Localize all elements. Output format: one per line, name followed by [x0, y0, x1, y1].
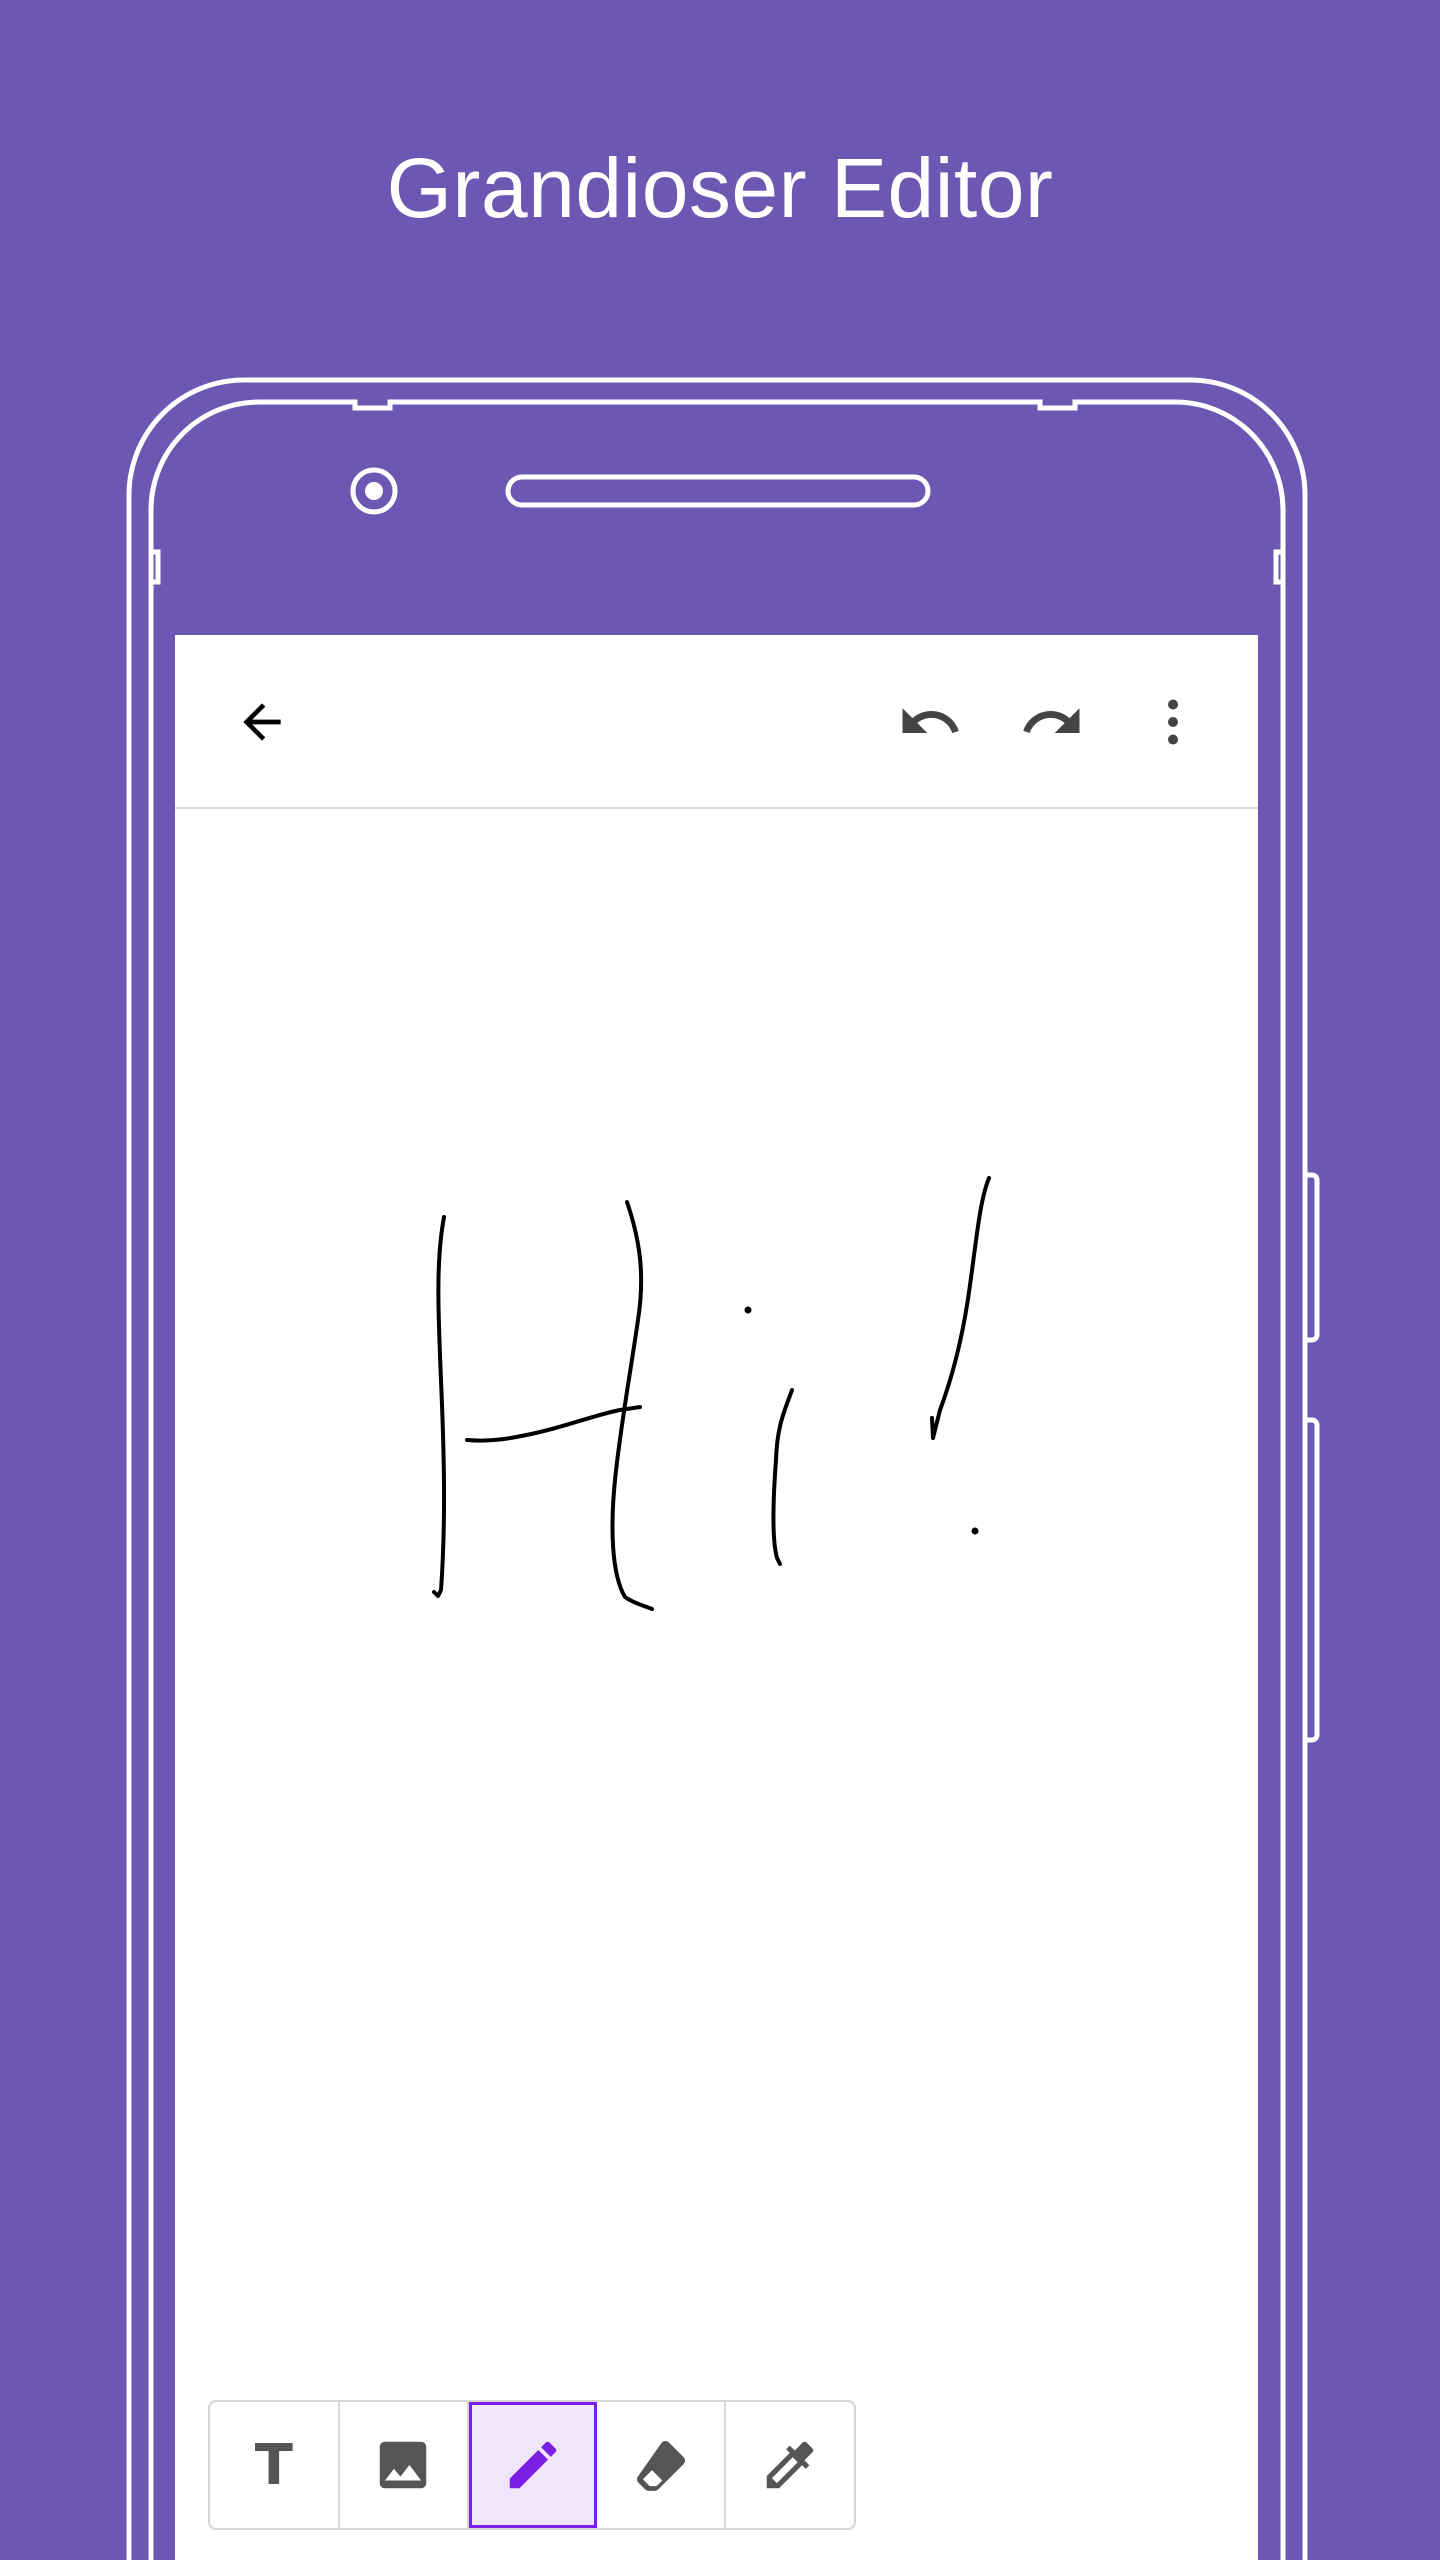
eraser-icon: [636, 2440, 685, 2491]
text-tool-button[interactable]: T: [210, 2402, 340, 2528]
back-button[interactable]: [217, 677, 307, 767]
undo-button[interactable]: [885, 677, 975, 767]
app-screen: T: [175, 635, 1258, 2560]
color-picker-tool-button[interactable]: [726, 2402, 854, 2528]
app-bar: [175, 635, 1258, 809]
eyedropper-icon: [766, 2441, 814, 2489]
tool-palette: T: [208, 2400, 856, 2530]
redo-button[interactable]: [1007, 677, 1097, 767]
handwritten-drawing: [432, 1176, 991, 1611]
text-icon: T: [254, 2432, 293, 2498]
more-vert-icon: [1168, 699, 1178, 745]
image-icon: [380, 2441, 427, 2489]
undo-icon: [902, 708, 959, 733]
eraser-tool-button[interactable]: [597, 2402, 727, 2528]
image-tool-button[interactable]: [340, 2402, 470, 2528]
redo-icon: [1023, 708, 1080, 733]
arrow-back-icon: [243, 703, 281, 741]
more-options-button[interactable]: [1128, 677, 1218, 767]
pen-tool-button[interactable]: [469, 2402, 597, 2528]
drawing-canvas[interactable]: [175, 809, 1258, 2560]
pencil-icon: [509, 2441, 557, 2489]
